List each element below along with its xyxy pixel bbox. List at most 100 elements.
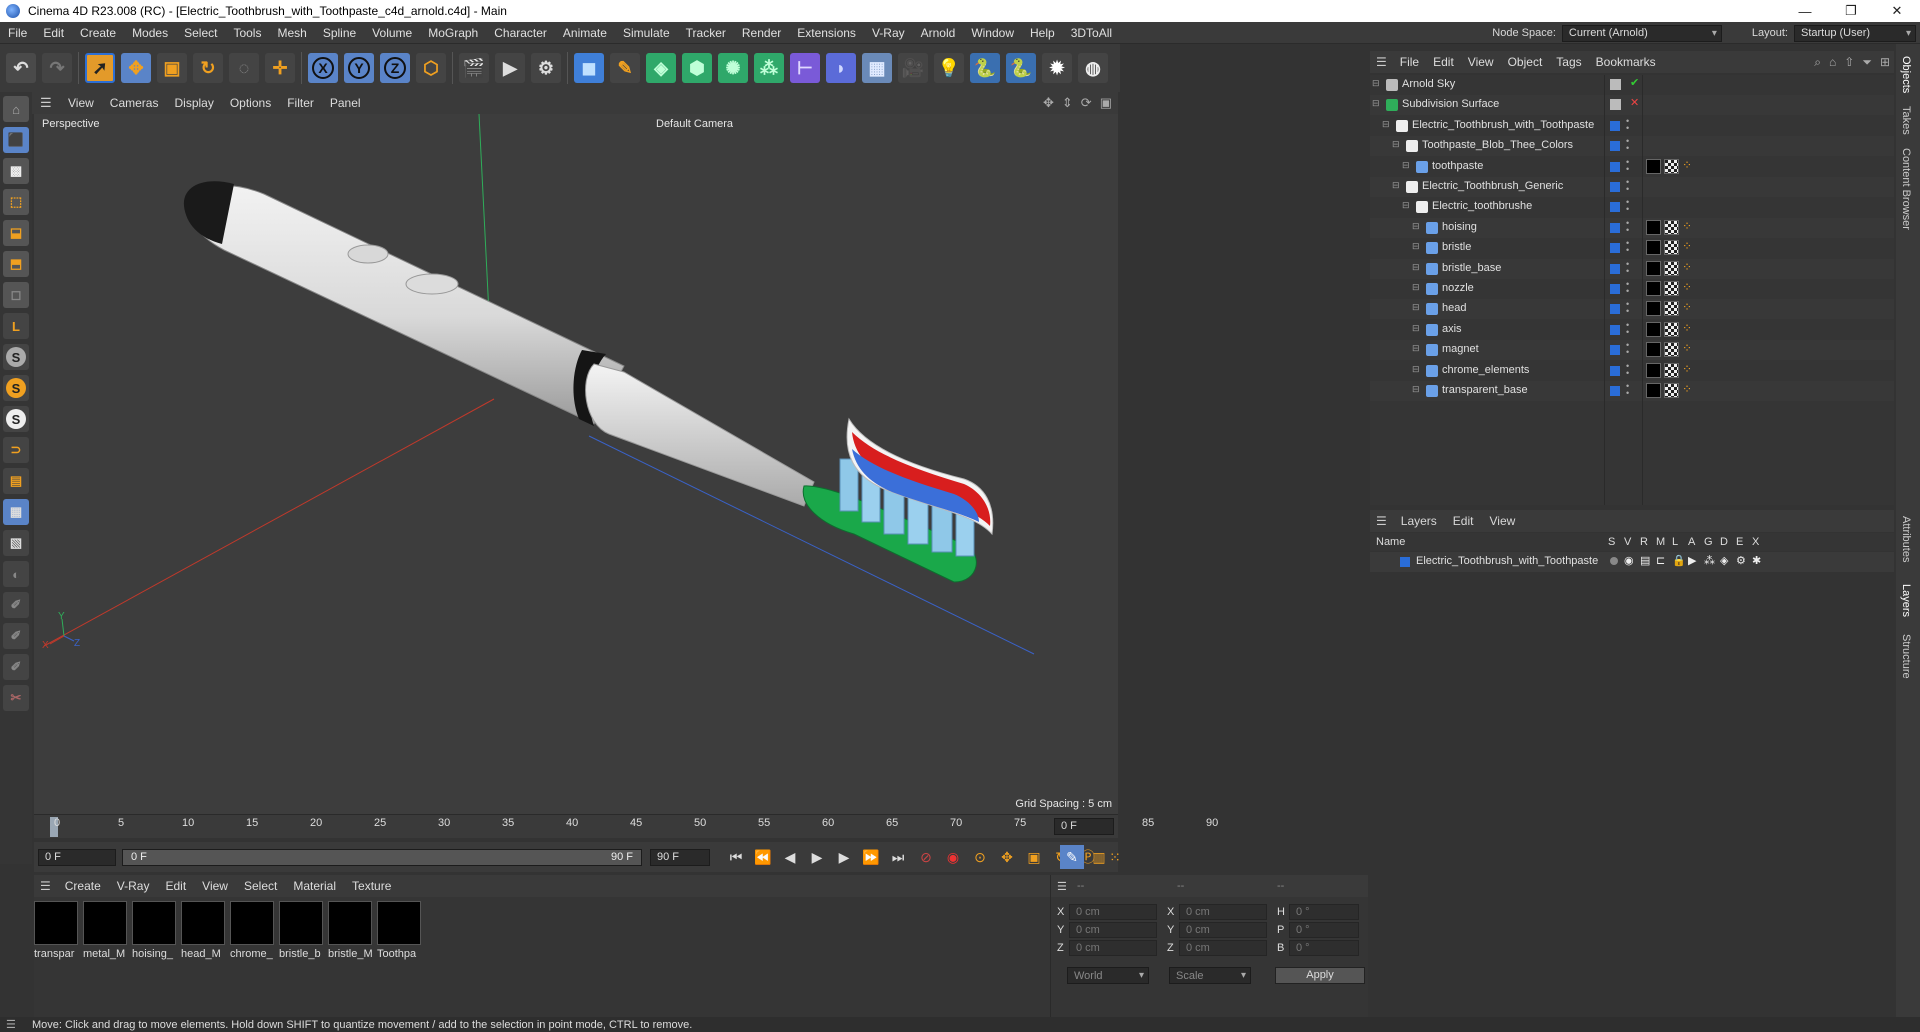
menu-spline[interactable]: Spline [315, 26, 364, 40]
object-row[interactable]: ⊟ bristle_base • • ⁘ [1370, 258, 1894, 279]
cube-object-button[interactable]: ◼ [574, 53, 604, 83]
layer-menu-view[interactable]: View [1481, 514, 1523, 528]
relax-brush-button[interactable]: ✐ [3, 623, 29, 649]
menu-arnold[interactable]: Arnold [913, 26, 964, 40]
apply-button[interactable]: Apply [1275, 967, 1365, 984]
maximize-view-icon[interactable]: ▣ [1100, 95, 1112, 111]
frame-range-slider[interactable]: 0 F 90 F [122, 848, 642, 866]
position-x-field[interactable]: 0 cm [1069, 904, 1157, 920]
viewport-menu-display[interactable]: Display [166, 96, 221, 110]
texture-tag-icon[interactable] [1664, 219, 1679, 235]
material-swatch[interactable]: metal_M [83, 901, 127, 961]
layer-lock-icon[interactable]: 🔒 [1672, 554, 1686, 567]
layer-row[interactable]: Electric_Toothbrush_with_Toothpaste ◉ ▤ … [1370, 552, 1894, 572]
film-strip-icon[interactable]: ▥ [1087, 845, 1111, 869]
layer-color-icon[interactable] [1610, 365, 1620, 376]
model-mode-button[interactable]: ⬛ [3, 127, 29, 153]
minimize-button[interactable]: — [1782, 0, 1828, 22]
scale-tool-button[interactable]: ▣ [157, 53, 187, 83]
menu-tools[interactable]: Tools [225, 26, 269, 40]
visibility-dots-icon[interactable]: • • [1626, 198, 1629, 214]
render-view-button[interactable]: 🎬 [459, 53, 489, 83]
visibility-dots-icon[interactable]: • • [1626, 218, 1629, 234]
visibility-dots-icon[interactable]: • • [1626, 178, 1629, 194]
menu-modes[interactable]: Modes [124, 26, 176, 40]
object-row[interactable]: ⊟ nozzle • • ⁘ [1370, 279, 1894, 299]
visibility-dots-icon[interactable]: • • [1626, 361, 1629, 377]
search-icon[interactable]: ⌕ [1814, 55, 1821, 70]
menu-edit[interactable]: Edit [35, 26, 72, 40]
phong-tag-icon[interactable]: ⁘ [1682, 260, 1692, 274]
autokey-icon[interactable]: ◉ [941, 845, 965, 869]
tree-expander-icon[interactable]: ⊟ [1412, 384, 1420, 395]
layer-color-icon[interactable] [1610, 202, 1620, 213]
tree-expander-icon[interactable]: ⊟ [1412, 364, 1420, 375]
editable-toggle-icon[interactable] [1610, 79, 1621, 90]
grid-workplane-button[interactable]: ▦ [3, 499, 29, 525]
object-row[interactable]: ⊟ magnet • • ⁘ [1370, 340, 1894, 361]
end-frame-field[interactable]: 90 F [650, 848, 710, 866]
texture-tag-icon[interactable] [1664, 342, 1679, 358]
material-swatch[interactable]: hoising_ [132, 901, 176, 961]
home-icon[interactable]: ⌂ [1829, 55, 1836, 70]
tree-expander-icon[interactable]: ⊟ [1372, 78, 1380, 89]
material-tag-icon[interactable] [1646, 158, 1661, 174]
filter-icon[interactable]: ⏷ [1862, 55, 1872, 70]
make-editable-button[interactable]: ⌂ [3, 96, 29, 122]
rotate-tool-button[interactable]: ↻ [193, 53, 223, 83]
phong-tag-icon[interactable]: ⁘ [1682, 300, 1692, 314]
previous-keyframe-icon[interactable]: ⏪ [751, 845, 775, 869]
menu-vray[interactable]: V-Ray [864, 26, 913, 40]
material-menu-texture[interactable]: Texture [344, 879, 399, 893]
tree-expander-icon[interactable]: ⊟ [1402, 160, 1410, 171]
layer-animation-icon[interactable]: ▶ [1688, 554, 1696, 567]
position-z-field[interactable]: 0 cm [1069, 940, 1157, 956]
camera-object-button[interactable]: 🎥 [898, 53, 928, 83]
tab-takes[interactable]: Takes [1900, 106, 1912, 135]
uv-mode-button[interactable]: ◻ [3, 282, 29, 308]
layer-color-icon[interactable] [1610, 345, 1620, 356]
size-x-field[interactable]: 0 cm [1179, 904, 1267, 920]
python-tag-button[interactable]: 🐍 [1006, 53, 1036, 83]
polygons-mode-button[interactable]: ⬒ [3, 251, 29, 277]
material-swatch[interactable]: chrome_ [230, 901, 274, 961]
key-position-icon[interactable]: ✥ [995, 845, 1019, 869]
position-y-field[interactable]: 0 cm [1069, 922, 1157, 938]
layer-color-icon[interactable] [1610, 161, 1620, 172]
rotate-view-icon[interactable]: ⟳ [1081, 95, 1092, 111]
material-swatch[interactable]: bristle_M [328, 901, 372, 961]
material-menu-view[interactable]: View [194, 879, 236, 893]
tree-expander-icon[interactable]: ⊟ [1372, 98, 1380, 109]
points-mode-button[interactable]: ⬚ [3, 189, 29, 215]
timeline-ruler[interactable]: 0 5 10 15 20 25 30 35 40 45 50 55 60 65 … [34, 814, 1218, 838]
menu-help[interactable]: Help [1022, 26, 1063, 40]
axis-mode-button[interactable]: L [3, 313, 29, 339]
dopesheet-icon[interactable]: ✎ [1060, 845, 1084, 869]
material-swatch[interactable]: Toothpa [377, 901, 421, 961]
key-scale-icon[interactable]: ▣ [1022, 845, 1046, 869]
texture-tag-icon[interactable] [1664, 281, 1679, 296]
tree-expander-icon[interactable]: ⊟ [1412, 323, 1420, 334]
material-tag-icon[interactable] [1646, 281, 1661, 296]
phong-tag-icon[interactable]: ⁘ [1682, 158, 1692, 172]
texture-mode-button[interactable]: ▩ [3, 158, 29, 184]
layer-color-icon[interactable] [1610, 182, 1620, 192]
om-menu-file[interactable]: File [1393, 55, 1426, 69]
tab-content-browser[interactable]: Content Browser [1900, 148, 1912, 230]
x-axis-lock-button[interactable]: X [308, 53, 338, 83]
extrude-generator-button[interactable]: ⬢ [682, 53, 712, 83]
menu-mograph[interactable]: MoGraph [420, 26, 486, 40]
layer-color-icon[interactable] [1610, 386, 1620, 396]
paint-brush-button[interactable]: ✐ [3, 592, 29, 618]
layer-manager-menu-icon[interactable]: ☰ [1376, 514, 1387, 528]
layer-color-icon[interactable] [1610, 141, 1620, 152]
redo-button[interactable]: ↷ [42, 53, 72, 83]
rotation-b-field[interactable]: 0 ° [1289, 940, 1359, 956]
maximize-button[interactable]: ❐ [1828, 0, 1874, 22]
visibility-dots-icon[interactable]: • • [1626, 341, 1629, 357]
material-tag-icon[interactable] [1646, 301, 1661, 317]
viewport-menu-panel[interactable]: Panel [322, 96, 369, 110]
tree-expander-icon[interactable]: ⊟ [1382, 119, 1390, 130]
object-row[interactable]: ⊟ axis • • ⁘ [1370, 320, 1894, 340]
phong-tag-icon[interactable]: ⁘ [1682, 280, 1692, 294]
